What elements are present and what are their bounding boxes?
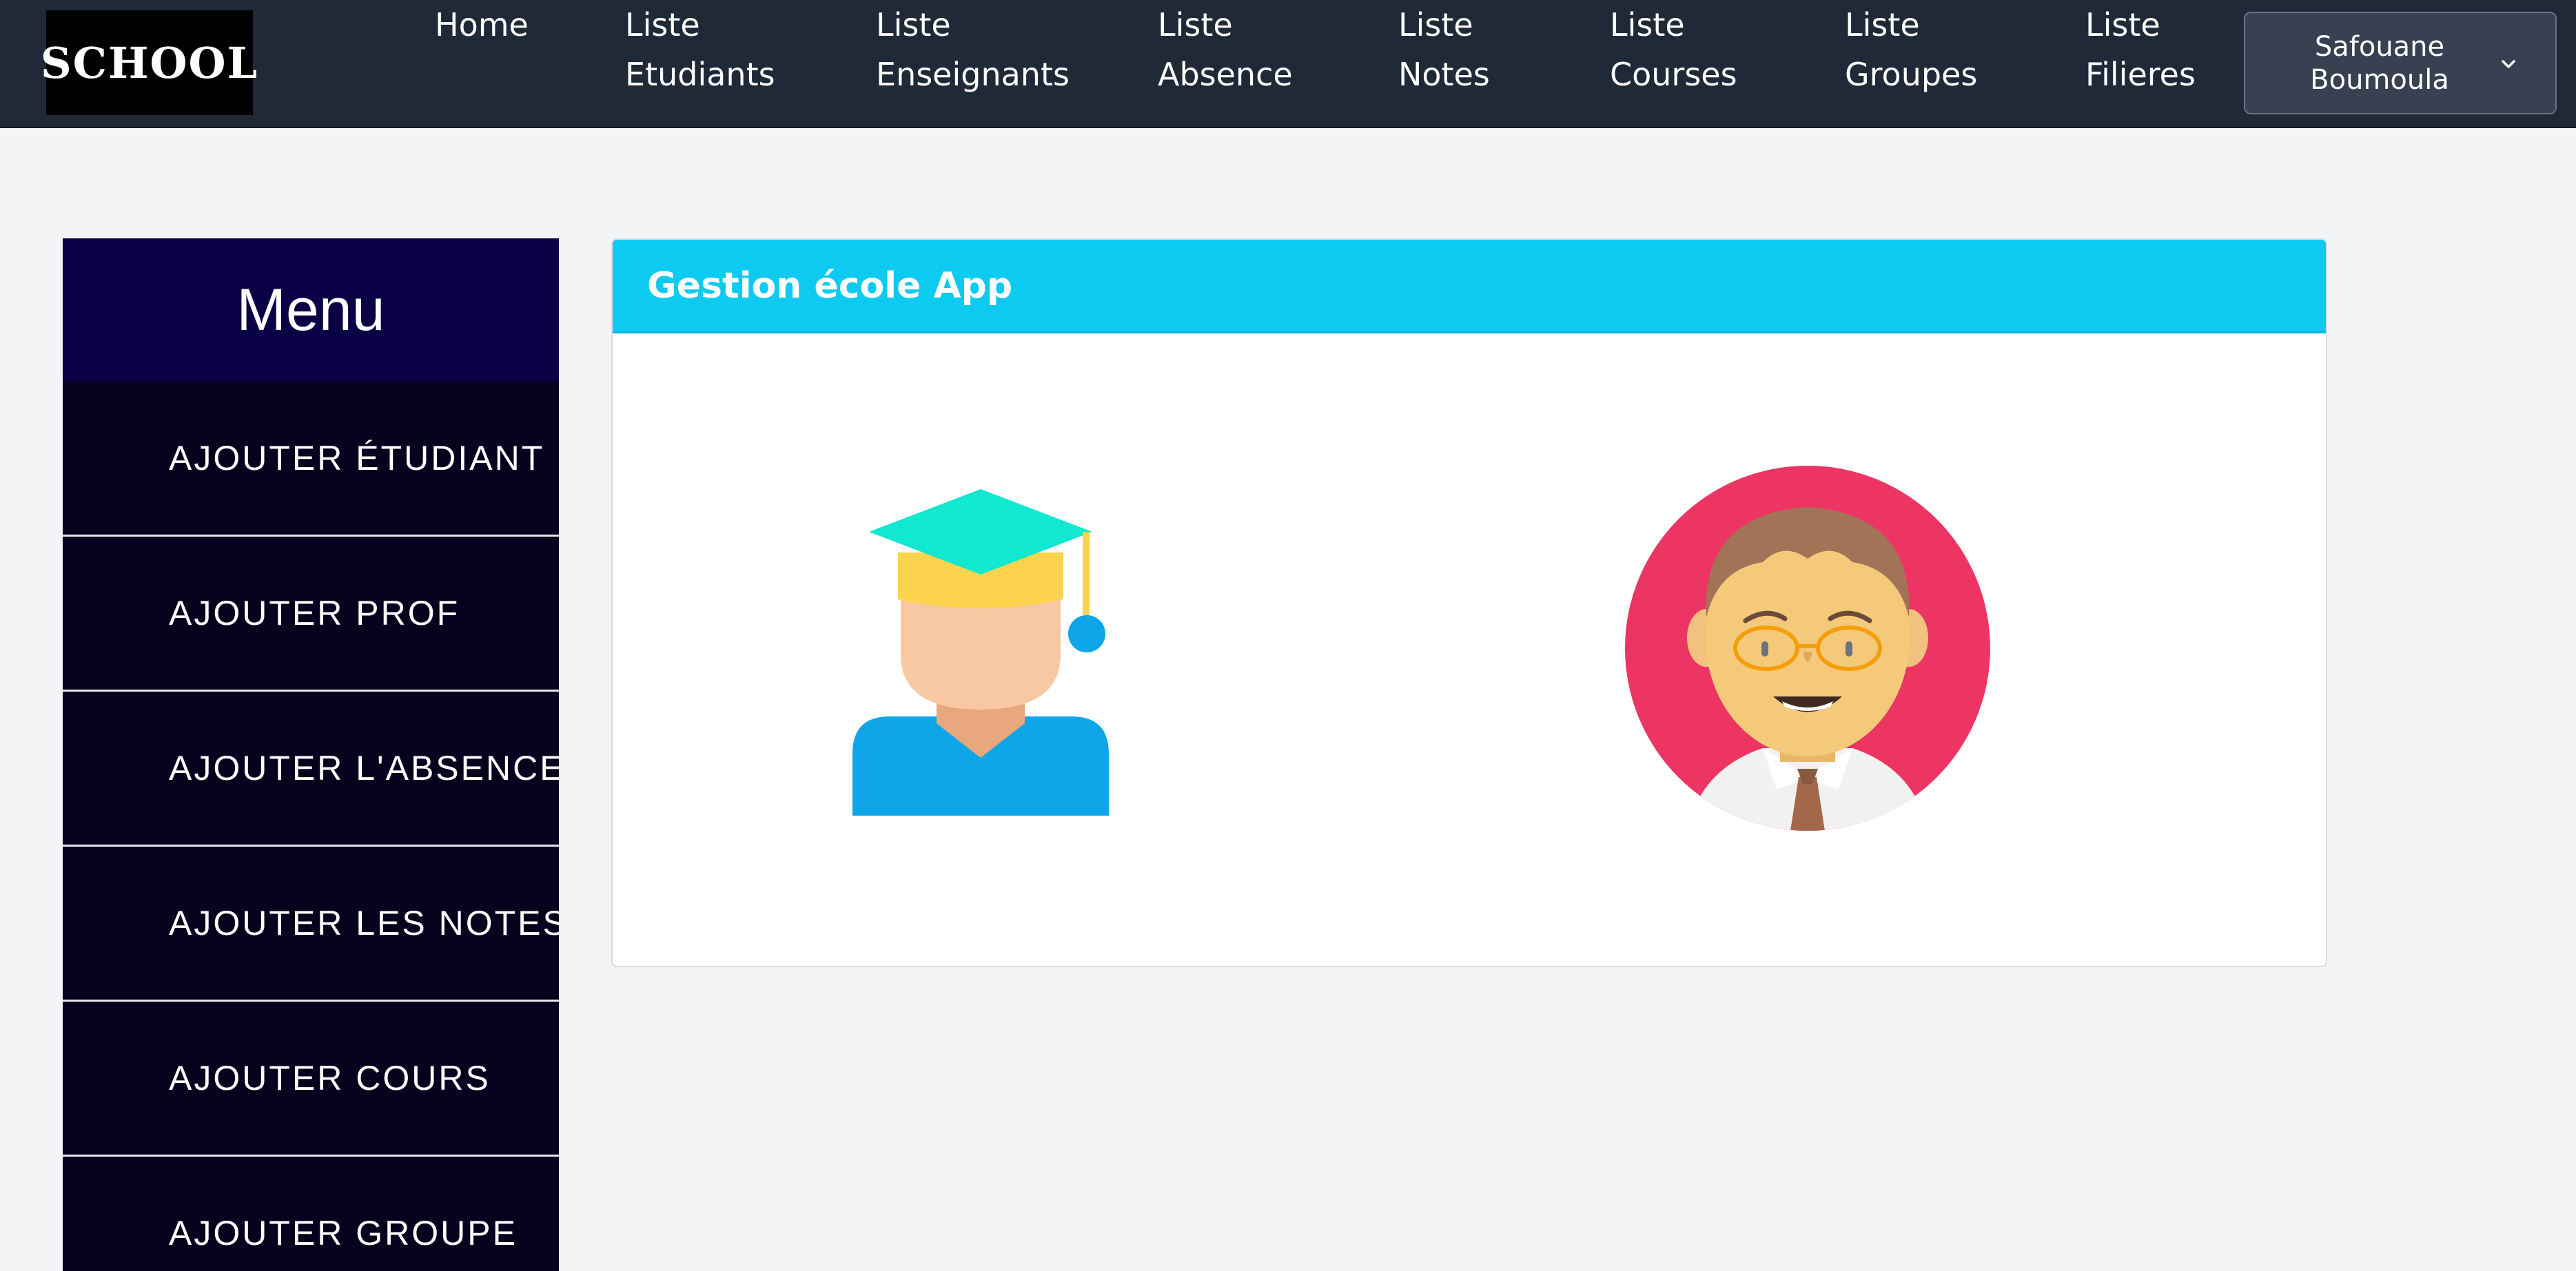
sidebar-title: Menu (63, 238, 559, 382)
nav-label-line2: Absence (1158, 56, 1293, 93)
nav-liste-notes[interactable]: Liste Notes (1398, 0, 1490, 99)
teacher-avatar-illustration[interactable] (1625, 466, 1990, 831)
sidebar-item-label: AJOUTER ÉTUDIANT (169, 439, 545, 477)
sidebar-item-ajouter-absence[interactable]: AJOUTER L'ABSENCE (63, 692, 559, 847)
sidebar-item-label: AJOUTER COURS (169, 1059, 491, 1097)
nav-label-line1: Liste (876, 6, 951, 43)
sidebar-item-ajouter-prof[interactable]: AJOUTER PROF (63, 537, 559, 692)
nav-liste-absence[interactable]: Liste Absence (1158, 0, 1293, 99)
nav-home[interactable]: Home (435, 0, 529, 50)
main-card: Gestion école App (611, 238, 2327, 967)
nav-label-line1: Liste (1610, 6, 1685, 43)
user-first-name: Safouane (2314, 30, 2445, 63)
sidebar-item-label: AJOUTER PROF (169, 594, 460, 632)
nav-home-label: Home (435, 6, 529, 43)
logo-text: SCHOOL (40, 37, 259, 88)
sidebar-item-label: AJOUTER GROUPE (169, 1214, 518, 1252)
nav-label-line2: Groupes (1845, 56, 1978, 93)
sidebar-item-ajouter-etudiant[interactable]: AJOUTER ÉTUDIANT (63, 382, 559, 537)
nav-liste-enseignants[interactable]: Liste Enseignants (876, 0, 1070, 99)
chevron-down-icon (2502, 60, 2515, 68)
sidebar-menu: Menu AJOUTER ÉTUDIANT AJOUTER PROF AJOUT… (63, 238, 559, 1271)
nav-label-line2: Etudiants (625, 56, 775, 93)
nav-liste-filieres[interactable]: Liste Filieres (2085, 0, 2196, 99)
card-title: Gestion école App (647, 265, 1013, 307)
nav-label-line2: Notes (1398, 56, 1490, 93)
sidebar-item-ajouter-cours[interactable]: AJOUTER COURS (63, 1002, 559, 1157)
top-navbar: SCHOOL Home Liste Etudiants Liste Enseig… (0, 0, 2576, 128)
nav-label-line2: Courses (1610, 56, 1737, 93)
user-menu-button[interactable]: Safouane Boumoula (2244, 12, 2557, 114)
sidebar-item-label: AJOUTER LES NOTES (169, 904, 559, 942)
nav-label-line1: Liste (2085, 6, 2160, 43)
nav-liste-courses[interactable]: Liste Courses (1610, 0, 1737, 99)
card-header: Gestion école App (613, 240, 2326, 333)
user-last-name: Boumoula (2310, 63, 2449, 96)
nav-label-line1: Liste (1845, 6, 1920, 43)
sidebar-item-ajouter-notes[interactable]: AJOUTER LES NOTES (63, 847, 559, 1002)
nav-liste-groupes[interactable]: Liste Groupes (1845, 0, 1977, 99)
nav-label-line1: Liste (1398, 6, 1473, 43)
sidebar-item-label: AJOUTER L'ABSENCE (169, 749, 559, 787)
nav-label-line2: Filieres (2085, 56, 2196, 93)
nav-label-line1: Liste (1158, 6, 1233, 43)
school-logo[interactable]: SCHOOL (41, 10, 257, 115)
nav-label-line2: Enseignants (876, 56, 1070, 93)
student-graduate-illustration[interactable] (852, 489, 1114, 816)
nav-liste-etudiants[interactable]: Liste Etudiants (625, 0, 775, 99)
sidebar-item-ajouter-groupe[interactable]: AJOUTER GROUPE (63, 1157, 559, 1271)
nav-label-line1: Liste (625, 6, 700, 43)
